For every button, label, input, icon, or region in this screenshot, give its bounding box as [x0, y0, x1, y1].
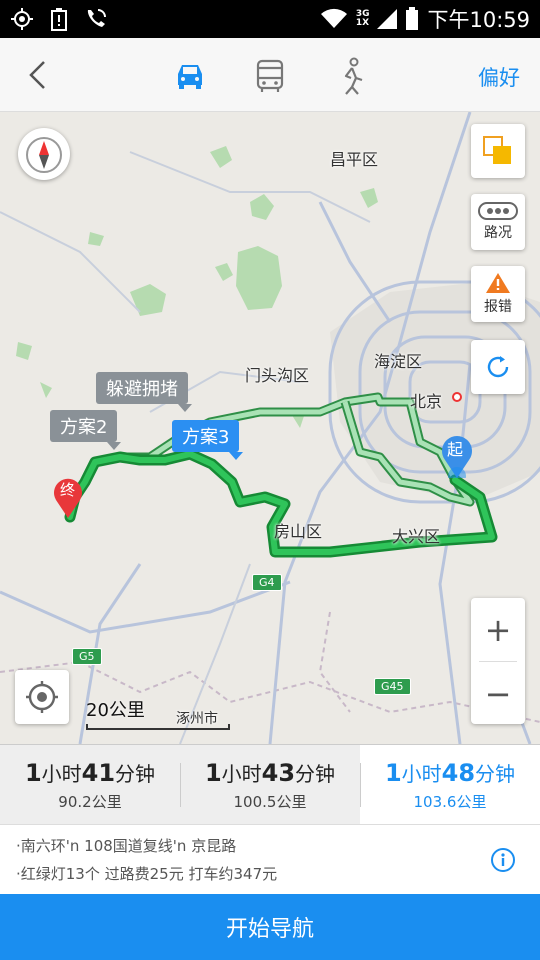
scale-bar: 20公里 [86, 696, 230, 730]
traffic-button[interactable]: 路况 [471, 194, 525, 250]
compass-button[interactable] [18, 128, 70, 180]
start-marker[interactable]: 起 [440, 434, 474, 478]
warning-icon [486, 273, 510, 293]
compass-icon [26, 137, 62, 173]
route-summary: ·红绿灯13个 过路费25元 打车约347元 [16, 865, 278, 883]
route-plans: 1小时41分钟 90.2公里 1小时43分钟 100.5公里 1小时48分钟 1… [0, 744, 540, 824]
refresh-button[interactable] [471, 340, 525, 394]
traffic-label: 路况 [484, 225, 512, 241]
car-icon[interactable] [170, 56, 210, 96]
route-distance: 103.6公里 [413, 792, 487, 811]
route-detail[interactable]: ·南六环'n 108国道复线'n 京昆路 ·红绿灯13个 过路费25元 打车约3… [0, 824, 540, 894]
route-tag-plan3[interactable]: 方案3 [172, 420, 244, 460]
route-header: 偏好 [0, 38, 540, 112]
wifi-icon [320, 8, 347, 28]
scale-label: 20公里 [86, 700, 145, 721]
map-view[interactable]: 昌平区 海淀区 门头沟区 北京 房山区 大兴区 涿州市 G4 G5 G45 躲避… [0, 112, 540, 744]
place-label: 房山区 [274, 522, 323, 541]
walk-icon[interactable] [332, 56, 372, 96]
highway-shield: G5 [72, 648, 102, 665]
capital-dot-icon [452, 392, 462, 402]
status-bar: 3G 1X 下午10:59 [0, 0, 540, 38]
clock: 下午10:59 [427, 8, 530, 32]
zoom-control: + − [471, 598, 525, 724]
start-navigation-button[interactable]: 开始导航 [0, 894, 540, 960]
back-icon[interactable] [22, 58, 56, 92]
place-label: 昌平区 [330, 150, 379, 169]
route-distance: 90.2公里 [58, 792, 122, 811]
locate-icon [26, 681, 58, 713]
route-distance: 100.5公里 [233, 792, 307, 811]
place-label: 门头沟区 [245, 366, 310, 385]
route-plan-2[interactable]: 1小时43分钟 100.5公里 [180, 745, 360, 824]
end-marker-label: 终 [60, 481, 76, 499]
zoom-out-button[interactable]: − [471, 662, 525, 725]
route-plan-3[interactable]: 1小时48分钟 103.6公里 [360, 745, 540, 824]
place-label: 海淀区 [374, 352, 423, 371]
start-marker-label: 起 [447, 440, 464, 459]
gps-icon [11, 8, 33, 30]
layers-button[interactable] [471, 124, 525, 178]
report-label: 报错 [484, 299, 512, 315]
locate-button[interactable] [15, 670, 69, 724]
place-label: 北京 [410, 392, 443, 411]
route-roads: ·南六环'n 108国道复线'n 京昆路 [16, 837, 237, 855]
route-plan-1[interactable]: 1小时41分钟 90.2公里 [0, 745, 180, 824]
info-icon[interactable] [490, 847, 516, 873]
place-label: 大兴区 [392, 527, 441, 546]
refresh-icon [487, 356, 509, 378]
highway-shield: G4 [252, 574, 282, 591]
bus-icon[interactable] [250, 56, 290, 96]
network-type: 3G 1X [355, 9, 370, 28]
battery-alert-icon [51, 8, 67, 31]
route-tag-avoid-congestion[interactable]: 躲避拥堵 [96, 372, 192, 412]
preference-button[interactable]: 偏好 [478, 62, 520, 92]
traffic-icon [478, 202, 518, 220]
report-button[interactable]: 报错 [471, 266, 525, 322]
zoom-in-button[interactable]: + [471, 598, 525, 661]
signal-icon [377, 9, 398, 29]
highway-shield: G45 [374, 678, 411, 695]
battery-icon [406, 7, 419, 30]
layers-icon [483, 136, 511, 164]
scale-ruler [86, 724, 230, 730]
route-tag-plan2[interactable]: 方案2 [50, 410, 122, 450]
end-marker[interactable]: 终 [52, 476, 84, 518]
call-wifi-icon [87, 9, 106, 27]
